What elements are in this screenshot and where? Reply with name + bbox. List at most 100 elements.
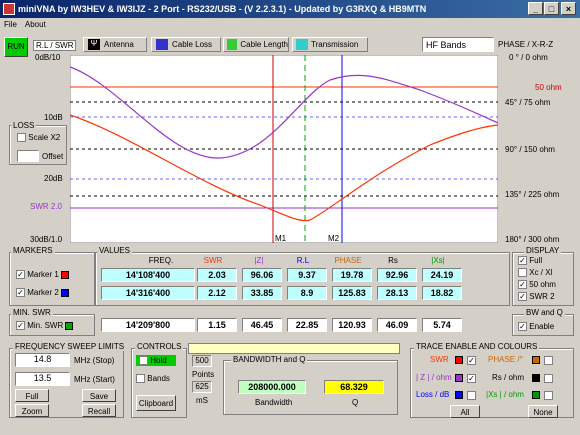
antenna-tab[interactable]: Ψ Antenna (83, 37, 147, 52)
r-label-45: 45° / 75 ohm (505, 98, 551, 107)
m2-xs: 18.82 (422, 286, 462, 300)
trace-z-checkbox[interactable]: ✓ (467, 374, 476, 383)
marker-2-label: M2 (328, 234, 340, 243)
maximize-button[interactable]: □ (544, 2, 559, 15)
m1-phase: 19.78 (332, 268, 372, 282)
m1-z: 96.06 (242, 268, 282, 282)
bands-select[interactable]: HF Bands (422, 37, 494, 52)
bwq-title: BW and Q (524, 308, 565, 317)
trace-xs-label: |Xs | / ohm (486, 390, 524, 399)
y-label-bottom: 30dB/1.0 (30, 235, 63, 244)
menu-file[interactable]: File (0, 18, 21, 31)
sweep-chart[interactable]: M1 M2 (70, 55, 498, 243)
transmission-icon (296, 39, 308, 50)
save-button[interactable]: Save (82, 389, 116, 402)
r-label-50ohm: 50 ohm (535, 83, 562, 92)
m2-rl: 8.9 (287, 286, 327, 300)
r-label-90: 90° / 150 ohm (505, 145, 555, 154)
display-full-checkbox[interactable]: ✓ Full (518, 256, 542, 266)
trace-xs-color[interactable] (532, 391, 540, 399)
min-rl: 22.85 (287, 318, 327, 332)
trace-loss-color[interactable] (455, 391, 463, 399)
menu-bar: File About (0, 18, 580, 32)
header-phase: PHASE (334, 256, 362, 265)
trace-rs-label: Rs / ohm (492, 373, 525, 382)
full-button[interactable]: Full (15, 389, 49, 402)
recall-button[interactable]: Recall (82, 404, 116, 417)
y-label-top: 0dB/10 (35, 53, 61, 62)
header-swr: SWR (203, 256, 223, 265)
status-bar (188, 343, 400, 354)
offset-input[interactable] (17, 150, 39, 162)
m2-rs: 28.13 (377, 286, 417, 300)
trace-swr-color[interactable] (455, 356, 463, 364)
window-title: miniVNA by IW3HEV & IW3IJZ - 2 Port - RS… (18, 4, 427, 14)
min-swr: 1.15 (197, 318, 237, 332)
min-swr-title: MIN. SWR (11, 308, 53, 317)
trace-xs-checkbox[interactable] (544, 391, 553, 400)
hold-checkbox[interactable]: Hold (136, 355, 176, 367)
title-bar: miniVNA by IW3HEV & IW3IJZ - 2 Port - RS… (0, 0, 580, 18)
trace-phase-checkbox[interactable] (544, 356, 553, 365)
trace-phase-color[interactable] (532, 356, 540, 364)
display-xcxl-checkbox[interactable]: Xc / Xl (518, 268, 552, 278)
offset-label: Offset (42, 152, 64, 161)
bands-checkbox[interactable]: Bands (136, 374, 170, 384)
marker-1-checkbox[interactable]: ✓ Marker 1 (16, 270, 70, 280)
m1-xs: 24.19 (422, 268, 462, 282)
close-button[interactable]: × (561, 2, 576, 15)
trace-loss-label: Loss / dB (416, 390, 450, 399)
loss-title: LOSS (11, 121, 37, 130)
m2-phase: 125.83 (332, 286, 372, 300)
run-button[interactable]: RUN (4, 37, 28, 57)
trace-phase-label: PHASE /° (488, 355, 523, 364)
y-label-10db: 10dB (44, 113, 63, 122)
y-label-20db: 20dB (44, 174, 63, 183)
stop-label: MHz (Stop) (74, 356, 115, 365)
trace-all-button[interactable]: All (450, 405, 480, 418)
marker-2-checkbox[interactable]: ✓ Marker 2 (16, 288, 70, 298)
display-title: DISPLAY (524, 246, 562, 255)
menu-about[interactable]: About (21, 18, 50, 31)
bandwidth-value: 208000.000 (238, 380, 306, 394)
header-rs: Rs (388, 256, 398, 265)
trace-rs-color[interactable] (532, 374, 540, 382)
marker-1-label: M1 (275, 234, 287, 243)
cable-loss-tab[interactable]: Cable Loss (151, 37, 221, 52)
cable-length-tab[interactable]: Cable Length (223, 37, 289, 52)
clipboard-button[interactable]: Clipboard (136, 395, 176, 411)
scale-x2-checkbox[interactable]: Scale X2 (17, 133, 60, 143)
ms-input[interactable]: 625 (192, 381, 212, 393)
transmission-tab[interactable]: Transmission (292, 37, 368, 52)
min-xs: 5.74 (422, 318, 462, 332)
zoom-button[interactable]: Zoom (15, 404, 49, 417)
stop-freq-input[interactable]: 14.8 (15, 353, 70, 367)
start-freq-input[interactable]: 13.5 (15, 372, 70, 386)
min-swr-color (65, 321, 74, 330)
header-z: |Z| (254, 256, 264, 265)
m1-freq: 14'108'400 (101, 268, 195, 282)
rl-swr-label: R.L / SWR (33, 40, 77, 51)
points-input[interactable]: 500 (192, 355, 212, 367)
trace-z-color[interactable] (455, 374, 463, 382)
trace-rs-checkbox[interactable] (544, 374, 553, 383)
m2-z: 33.85 (242, 286, 282, 300)
marker-2-color (61, 288, 70, 297)
marker-1-color (61, 270, 70, 279)
y-label-swr2: SWR 2.0 (30, 202, 63, 211)
r-label-0: 0 ° / 0 ohm (509, 53, 548, 62)
ms-label: mS (196, 396, 208, 405)
bwq-enable-checkbox[interactable]: ✓ Enable (518, 322, 554, 332)
values-title: VALUES (97, 246, 132, 255)
display-50ohm-checkbox[interactable]: ✓ 50 ohm (518, 280, 556, 290)
min-swr-checkbox[interactable]: ✓ Min. SWR (16, 321, 74, 331)
trace-loss-checkbox[interactable] (467, 391, 476, 400)
bandwidth-label: Bandwidth (255, 398, 293, 407)
trace-none-button[interactable]: None (528, 405, 558, 418)
q-value: 68.329 (324, 380, 384, 394)
minimize-button[interactable]: _ (528, 2, 543, 15)
r-label-135: 135° / 225 ohm (505, 190, 560, 199)
trace-swr-checkbox[interactable]: ✓ (467, 356, 476, 365)
display-swr2-checkbox[interactable]: ✓ SWR 2 (518, 292, 555, 302)
trace-z-label: | Z | / ohm (416, 373, 452, 382)
